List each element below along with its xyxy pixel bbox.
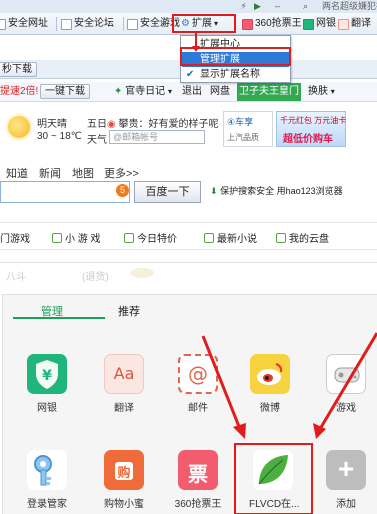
fav-secure-sites[interactable]: 安全网址 xyxy=(0,17,48,31)
netdisk-link[interactable]: 网盘 xyxy=(210,85,230,99)
background-shape xyxy=(130,268,154,278)
weather-label: 天气 xyxy=(87,135,107,146)
car-ad[interactable]: ④车享 上汽品质 xyxy=(223,111,273,147)
background-text: (退货) xyxy=(82,272,109,283)
active-tab-indicator xyxy=(13,317,105,319)
mail-account-input[interactable]: @邮箱帐号 xyxy=(109,130,205,144)
search-tab-more[interactable]: 更多>> xyxy=(104,165,139,181)
cup-icon xyxy=(52,232,62,243)
sun-icon xyxy=(8,116,30,138)
fav-ticket-king[interactable]: 360抢票王 xyxy=(242,17,302,31)
shopping-bag-icon: 购 xyxy=(104,450,144,490)
exit-link[interactable]: 退出 xyxy=(182,85,202,99)
translate-icon xyxy=(338,18,349,30)
quick-link-games[interactable]: 门游戏 xyxy=(0,230,30,245)
background-text: 八斗 xyxy=(6,272,26,283)
divider xyxy=(123,17,124,31)
svg-text:¥: ¥ xyxy=(42,368,52,384)
quick-link-novels[interactable]: 最新小说 xyxy=(204,230,257,245)
weather-temp: 30 ~ 18℃ xyxy=(37,131,82,142)
translate-icon: Aa xyxy=(104,354,144,394)
add-icon: + xyxy=(326,450,366,490)
cart-icon xyxy=(124,232,134,243)
game-controller-icon xyxy=(326,354,366,394)
quick-link-deals[interactable]: 今日特价 xyxy=(124,230,177,245)
tab-recommend[interactable]: 推荐 xyxy=(118,303,140,319)
fav-bank[interactable]: 网银▾ xyxy=(303,17,342,31)
extension-manager: 八斗 (退货) 管理 推荐 ¥ 网银 Aa 翻译 @ 邮件 微博 游戏 登录管家… xyxy=(0,262,377,514)
app-login-manager[interactable]: 登录管家 xyxy=(23,450,71,510)
fav-secure-forum[interactable]: 安全论坛 xyxy=(61,17,114,31)
title-bar: ⚡ ▶ – ⌕ 两名超级嫌犯被 xyxy=(0,0,377,13)
app-translate[interactable]: Aa 翻译 xyxy=(100,354,148,414)
promo-text[interactable]: 提速2倍! xyxy=(0,85,38,99)
app-add[interactable]: + 添加 xyxy=(322,450,370,510)
quick-link-cloud[interactable]: 我的云盘 xyxy=(276,230,329,245)
headline-ticker[interactable]: 两名超级嫌犯被 xyxy=(322,0,377,13)
bank-shield-icon xyxy=(303,18,314,30)
search-tab-zhidao[interactable]: 知道 xyxy=(6,165,28,181)
page-icon xyxy=(61,18,72,30)
search-tab-map[interactable]: 地图 xyxy=(72,165,94,181)
highlight-box xyxy=(234,443,313,514)
highlight-box xyxy=(172,14,236,33)
nav-row: 提速2倍! 一键下载 ✦ 官寺日记 ▾ 退出 网盘 卫子夫王皇门 换肤 ▾ xyxy=(0,82,377,102)
divider xyxy=(56,17,57,31)
one-click-download-button[interactable]: 一键下载 xyxy=(40,84,90,99)
app-mail[interactable]: @ 邮件 xyxy=(174,354,222,414)
app-games[interactable]: 游戏 xyxy=(322,354,370,414)
weibo-status[interactable]: ◉ 攀贵：好有爱的样子呢 xyxy=(107,115,219,130)
weather-weekday: 五日 xyxy=(87,119,107,130)
menu-item-show-extension-names[interactable]: ✔ 显示扩展名称 xyxy=(182,67,289,82)
minimize-icon[interactable]: – xyxy=(272,1,283,11)
ticket-icon: 票 xyxy=(178,450,218,490)
weather-day[interactable]: 明天晴 xyxy=(37,115,67,130)
app-ticket-king[interactable]: 票 360抢票王 xyxy=(174,450,222,510)
quick-download-button[interactable]: 秒下载 xyxy=(0,62,37,77)
checkmark-icon: ✔ xyxy=(186,69,195,80)
page-icon xyxy=(127,18,138,30)
count-badge: 5 xyxy=(116,184,129,197)
app-shopping-helper[interactable]: 购 购物小蜜 xyxy=(100,450,148,510)
skin-button[interactable]: 换肤 ▾ xyxy=(308,85,335,99)
mail-icon: @ xyxy=(178,354,218,394)
cloud-icon xyxy=(276,232,286,243)
secure-search-link[interactable]: ⬇ 保护搜索安全 用hao123浏览器 xyxy=(210,184,343,197)
page-icon xyxy=(0,18,6,30)
weibo-icon xyxy=(250,354,290,394)
highlight-box xyxy=(180,47,291,66)
fav-translate[interactable]: 翻译 xyxy=(338,17,371,31)
weibo-icon: ◉ xyxy=(107,119,116,130)
app-bank[interactable]: ¥ 网银 xyxy=(23,354,71,414)
download-icon: ⬇ xyxy=(210,186,218,196)
car-price-ad[interactable]: 千元红包 万元油卡 超低价购车 xyxy=(276,111,346,147)
diary-link[interactable]: ✦ 官寺日记 ▾ xyxy=(114,85,172,99)
book-icon xyxy=(204,232,214,243)
overflow-chevron[interactable]: » xyxy=(160,17,166,31)
search-button[interactable]: 百度一下 xyxy=(134,181,201,203)
lightning-icon[interactable]: ⚡ xyxy=(238,1,249,11)
app-weibo[interactable]: 微博 xyxy=(246,354,294,414)
quick-link-mini-games[interactable]: 小 游 戏 xyxy=(52,230,101,245)
search-icon[interactable]: ⌕ xyxy=(300,1,311,11)
key-icon xyxy=(27,450,67,490)
flag-icon[interactable]: ▶ xyxy=(252,1,263,11)
leaf-icon: ✦ xyxy=(114,86,123,97)
ticket-icon xyxy=(242,18,253,30)
banner-tab[interactable]: 卫子夫王皇门 xyxy=(237,83,301,101)
search-input[interactable] xyxy=(0,181,130,203)
bank-shield-icon: ¥ xyxy=(27,354,67,394)
search-tab-news[interactable]: 新闻 xyxy=(39,165,61,181)
browser-screenshot: ⚡ ▶ – ⌕ 两名超级嫌犯被 安全网址 安全论坛 安全游戏 » ⚙ 扩展 ▾ … xyxy=(0,0,377,262)
